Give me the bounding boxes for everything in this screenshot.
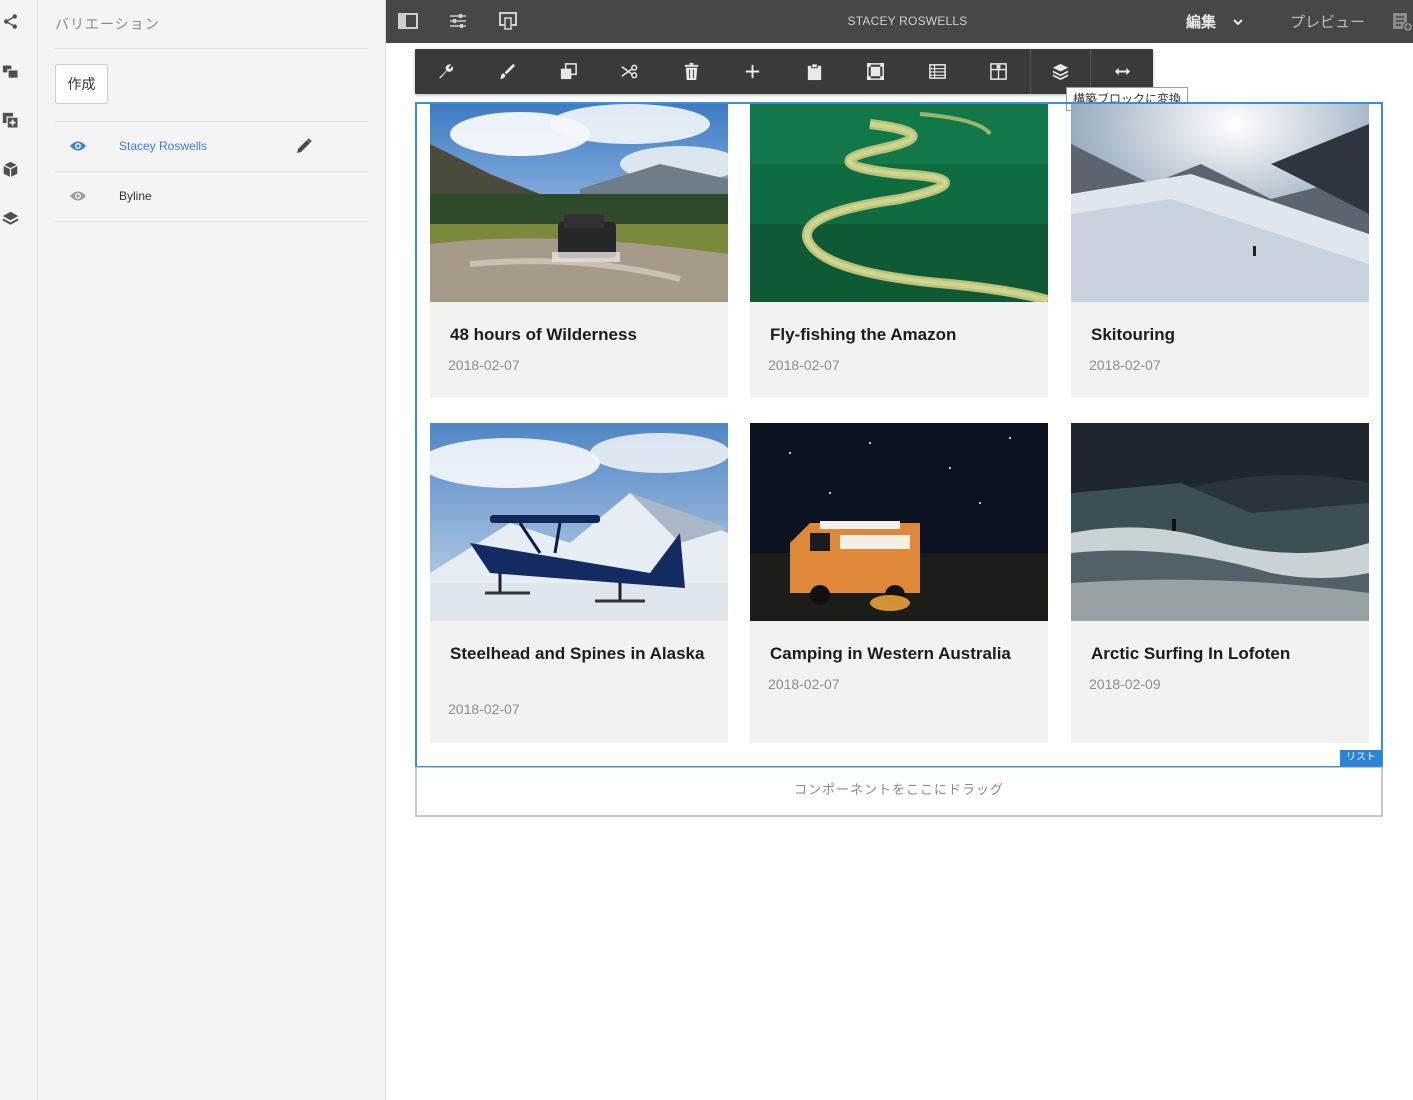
variation-label: Stacey Roswells: [119, 139, 208, 153]
create-button[interactable]: 作成: [55, 64, 108, 104]
copy-icon[interactable]: [538, 49, 599, 94]
article-thumbnail[interactable]: [430, 423, 728, 621]
variation-item-stacey-roswells[interactable]: Stacey Roswells: [55, 122, 368, 172]
layers-icon[interactable]: [0, 208, 20, 228]
card-date: 2018-02-07: [1089, 357, 1161, 373]
list-item[interactable]: 48 hours of Wilderness 2018-02-07: [430, 104, 728, 398]
article-thumbnail[interactable]: [1071, 104, 1369, 302]
list-item[interactable]: Arctic Surfing In Lofoten 2018-02-09: [1071, 423, 1369, 743]
delete-trash-icon[interactable]: [661, 49, 722, 94]
configure-wrench-icon[interactable]: [415, 49, 476, 94]
paste-clipboard-icon[interactable]: [784, 49, 845, 94]
list-item[interactable]: Fly-fishing the Amazon 2018-02-07: [750, 104, 1048, 398]
annotate-icon[interactable]: [1392, 11, 1413, 32]
card-title[interactable]: 48 hours of Wilderness: [450, 322, 712, 347]
add-component-icon[interactable]: [0, 110, 20, 130]
card-date: 2018-02-07: [768, 676, 840, 692]
list-item[interactable]: Camping in Western Australia 2018-02-07: [750, 423, 1048, 743]
card-title[interactable]: Skitouring: [1091, 322, 1353, 347]
cut-scissors-icon[interactable]: [599, 49, 660, 94]
divider: [55, 48, 368, 49]
style-brush-icon[interactable]: [476, 49, 537, 94]
component-badge: リスト: [1340, 750, 1382, 766]
editor-topbar: STACEY ROSWELLS 編集 プレビュー: [386, 0, 1413, 43]
drag-components-here-dropzone[interactable]: コンポーネントをここにドラッグ: [415, 767, 1383, 817]
article-thumbnail[interactable]: [1071, 423, 1369, 621]
card-title[interactable]: Fly-fishing the Amazon: [770, 322, 1032, 347]
chevron-down-icon[interactable]: [1232, 15, 1244, 27]
icon-rail: [0, 0, 38, 1100]
card-date: 2018-02-07: [448, 701, 520, 717]
variation-label: Byline: [119, 189, 152, 203]
article-thumbnail[interactable]: [750, 423, 1048, 621]
assets-icon[interactable]: [0, 61, 20, 81]
pencil-icon[interactable]: [295, 137, 313, 155]
template-table-icon[interactable]: [907, 49, 968, 94]
preview-button[interactable]: プレビュー: [1290, 11, 1365, 32]
cube-icon[interactable]: [0, 159, 20, 179]
edit-mode-button[interactable]: 編集: [1186, 11, 1216, 32]
list-item[interactable]: Skitouring 2018-02-07: [1071, 104, 1369, 398]
card-date: 2018-02-07: [768, 357, 840, 373]
insert-plus-icon[interactable]: [722, 49, 783, 94]
divider: [55, 221, 368, 222]
share-icon[interactable]: [0, 11, 20, 31]
layout-icon[interactable]: [968, 49, 1029, 94]
card-date: 2018-02-07: [448, 357, 520, 373]
group-icon[interactable]: [845, 49, 906, 94]
eye-icon[interactable]: [69, 139, 87, 153]
card-date: 2018-02-09: [1089, 676, 1161, 692]
article-thumbnail[interactable]: [430, 104, 728, 302]
article-thumbnail[interactable]: [750, 104, 1048, 302]
variation-item-byline[interactable]: Byline: [55, 172, 368, 222]
list-item[interactable]: Steelhead and Spines in Alaska 2018-02-0…: [430, 423, 728, 743]
variations-panel: バリエーション 作成 Stacey Roswells Byline: [38, 0, 386, 1100]
page-title: STACEY ROSWELLS: [847, 14, 968, 28]
component-toolbar: [415, 49, 1153, 94]
card-title[interactable]: Steelhead and Spines in Alaska: [450, 641, 712, 666]
panel-title: バリエーション: [55, 16, 160, 32]
card-title[interactable]: Arctic Surfing In Lofoten: [1091, 641, 1353, 666]
card-title[interactable]: Camping in Western Australia: [770, 641, 1032, 666]
eye-icon[interactable]: [69, 189, 87, 203]
